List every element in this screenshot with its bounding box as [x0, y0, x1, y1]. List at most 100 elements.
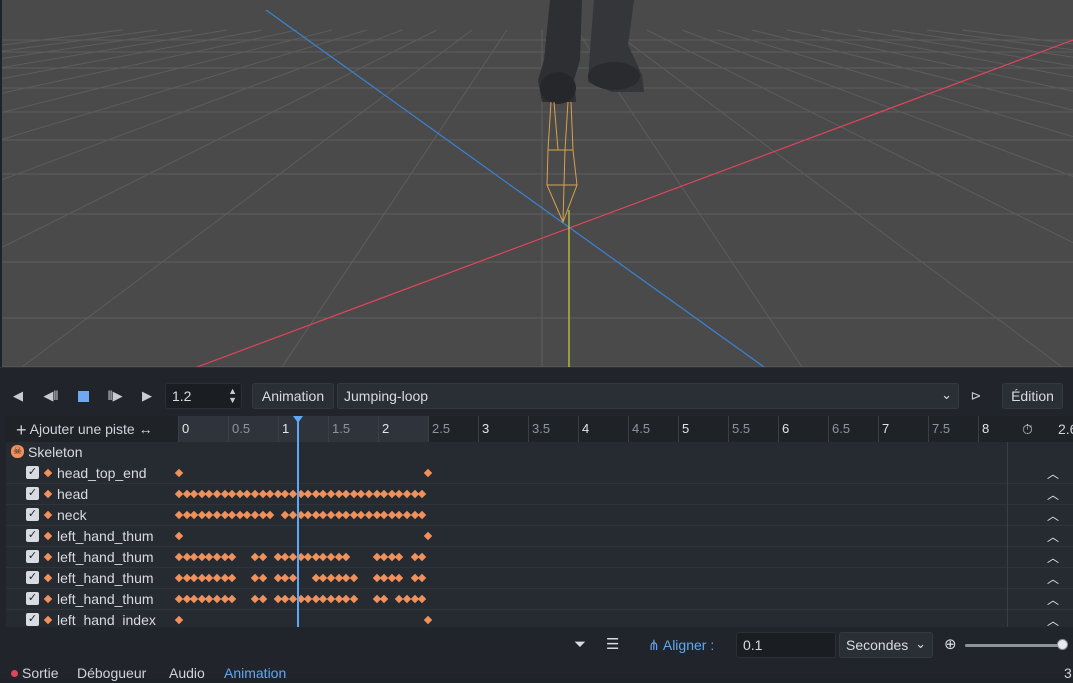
ruler-tick-label: 6.5 — [828, 416, 850, 442]
chevron-up-icon[interactable]: ︿ — [1047, 549, 1059, 566]
playhead-handle[interactable] — [293, 416, 303, 423]
keyframe[interactable] — [417, 510, 427, 520]
track-row[interactable]: ✓ left_hand_index ︿ — [6, 610, 1073, 627]
zoom-icon: ⊕ — [944, 636, 957, 653]
bone-gizmo — [546, 101, 578, 224]
track-name: left_hand_thum — [57, 549, 154, 565]
animation-menu-button[interactable]: Animation — [252, 383, 334, 409]
keyframe[interactable] — [395, 552, 404, 562]
chevron-up-icon[interactable]: ︿ — [1047, 612, 1059, 627]
track-row[interactable]: ✓ left_hand_thum ︿ — [6, 526, 1073, 547]
track-row[interactable]: ✓ neck ︿ — [6, 505, 1073, 526]
time-spinbox[interactable]: 1.2 ▲ ▼ — [165, 383, 242, 409]
track-enabled-checkbox[interactable]: ✓ — [26, 508, 39, 521]
chevron-up-icon[interactable]: ︿ — [1047, 465, 1059, 482]
track-row[interactable]: ✓ head ︿ — [6, 484, 1073, 505]
keyframe[interactable] — [174, 531, 184, 541]
ruler-tick-label: 3.5 — [528, 416, 550, 442]
keyframe[interactable] — [258, 573, 267, 583]
keyframe[interactable] — [227, 594, 237, 604]
play-icon[interactable]: ▶ — [135, 384, 159, 408]
ruler-tick-label: 2.5 — [428, 416, 450, 442]
key-type-icon — [43, 510, 53, 520]
keyframe[interactable] — [395, 573, 404, 583]
keyframe[interactable] — [341, 552, 351, 562]
spin-arrows-icon[interactable]: ▲ ▼ — [228, 387, 237, 405]
animation-bottom-bar: ⏷ ☰ ⋔ Aligner : 0.1 Secondes ⌄ ⊕ — [0, 627, 1073, 663]
tab-debugger[interactable]: Débogueur — [77, 663, 146, 683]
animation-select[interactable]: Jumping-loop ⌄ — [337, 383, 959, 409]
3d-viewport[interactable] — [2, 0, 1073, 367]
track-row[interactable]: ✓ left_hand_thum ︿ — [6, 568, 1073, 589]
list-icon[interactable]: ☰ — [606, 635, 619, 653]
key-type-icon — [43, 531, 53, 541]
play-backward-icon[interactable]: ◀ — [6, 384, 30, 408]
key-type-icon — [43, 615, 53, 625]
track-enabled-checkbox[interactable]: ✓ — [26, 529, 39, 542]
keyframe[interactable] — [423, 615, 433, 625]
filter-icon[interactable]: ⏷ — [574, 636, 586, 653]
chevron-up-icon[interactable]: ︿ — [1047, 486, 1059, 503]
track-row[interactable]: ✓ left_hand_thum ︿ — [6, 547, 1073, 568]
keyframe[interactable] — [417, 552, 427, 562]
keyframe[interactable] — [423, 468, 433, 478]
track-divider — [1007, 442, 1008, 627]
track-group-header[interactable]: ☠ Skeleton — [6, 442, 1073, 463]
ruler-tick-label: 3 — [478, 416, 489, 442]
edit-button[interactable]: Édition — [1002, 383, 1063, 409]
keyframe[interactable] — [227, 573, 237, 583]
keyframe[interactable] — [227, 552, 237, 562]
track-enabled-checkbox[interactable]: ✓ — [26, 571, 39, 584]
keyframe[interactable] — [174, 468, 184, 478]
track-enabled-checkbox[interactable]: ✓ — [26, 550, 39, 563]
unit-select[interactable]: Secondes ⌄ — [839, 632, 933, 658]
zoom-slider-handle[interactable] — [1056, 639, 1068, 650]
unit-value: Secondes — [846, 637, 909, 653]
keyframe[interactable] — [417, 489, 427, 499]
chevron-down-icon: ⌄ — [915, 636, 926, 651]
length-value[interactable]: 2.6 — [1058, 416, 1073, 442]
keyframe[interactable] — [258, 594, 267, 604]
autoplay-icon[interactable]: ⊳ — [964, 384, 988, 408]
chevron-up-icon[interactable]: ︿ — [1047, 591, 1059, 608]
add-track-button[interactable]: + Ajouter une piste ↔ — [16, 416, 153, 443]
keyframe[interactable] — [288, 573, 298, 583]
track-enabled-checkbox[interactable]: ✓ — [26, 466, 39, 479]
timeline-header[interactable]: + Ajouter une piste ↔ 0 0.5 1 1.5 2 2.5 3 3.5 4 4… — [6, 416, 1073, 442]
zoom-slider[interactable] — [965, 639, 1068, 650]
ruler-tick-label: 4.5 — [628, 416, 650, 442]
track-enabled-checkbox[interactable]: ✓ — [26, 592, 39, 605]
viewport-scene — [2, 0, 1073, 367]
keyframe[interactable] — [174, 615, 184, 625]
keyframe[interactable] — [349, 594, 359, 604]
grid-line — [2, 29, 333, 113]
stop-icon[interactable] — [71, 384, 95, 408]
track-enabled-checkbox[interactable]: ✓ — [26, 487, 39, 500]
chevron-up-icon[interactable]: ︿ — [1047, 528, 1059, 545]
grid-line — [2, 29, 193, 59]
snap-toggle[interactable]: ⋔ Aligner : — [648, 627, 714, 663]
tab-output[interactable]: Sortie — [22, 663, 59, 683]
play-backward-from-end-icon[interactable]: ◀‖ — [39, 384, 63, 408]
keyframe[interactable] — [265, 510, 275, 520]
chevron-up-icon[interactable]: ︿ — [1047, 570, 1059, 587]
tab-animation[interactable]: Animation — [224, 663, 286, 683]
keyframe[interactable] — [349, 573, 359, 583]
tab-audio[interactable]: Audio — [169, 663, 205, 683]
chevron-up-icon[interactable]: ︿ — [1047, 507, 1059, 524]
keyframe[interactable] — [379, 594, 389, 604]
keyframe[interactable] — [417, 594, 427, 604]
playhead[interactable] — [297, 416, 299, 627]
grid-line — [2, 29, 228, 68]
snap-step-input[interactable]: 0.1 — [736, 632, 836, 658]
keyframe[interactable] — [258, 552, 267, 562]
track-name: head_top_end — [57, 465, 147, 481]
track-row[interactable]: ✓ left_hand_thum ︿ — [6, 589, 1073, 610]
track-row[interactable]: ✓ head_top_end ︿ — [6, 463, 1073, 484]
keyframe[interactable] — [417, 573, 427, 583]
track-name: left_hand_thum — [57, 570, 154, 586]
timer-icon[interactable]: ⏱ — [1022, 421, 1033, 438]
track-enabled-checkbox[interactable]: ✓ — [26, 613, 39, 626]
keyframe[interactable] — [423, 531, 433, 541]
play-from-start-icon[interactable]: ‖▶ — [103, 384, 127, 408]
